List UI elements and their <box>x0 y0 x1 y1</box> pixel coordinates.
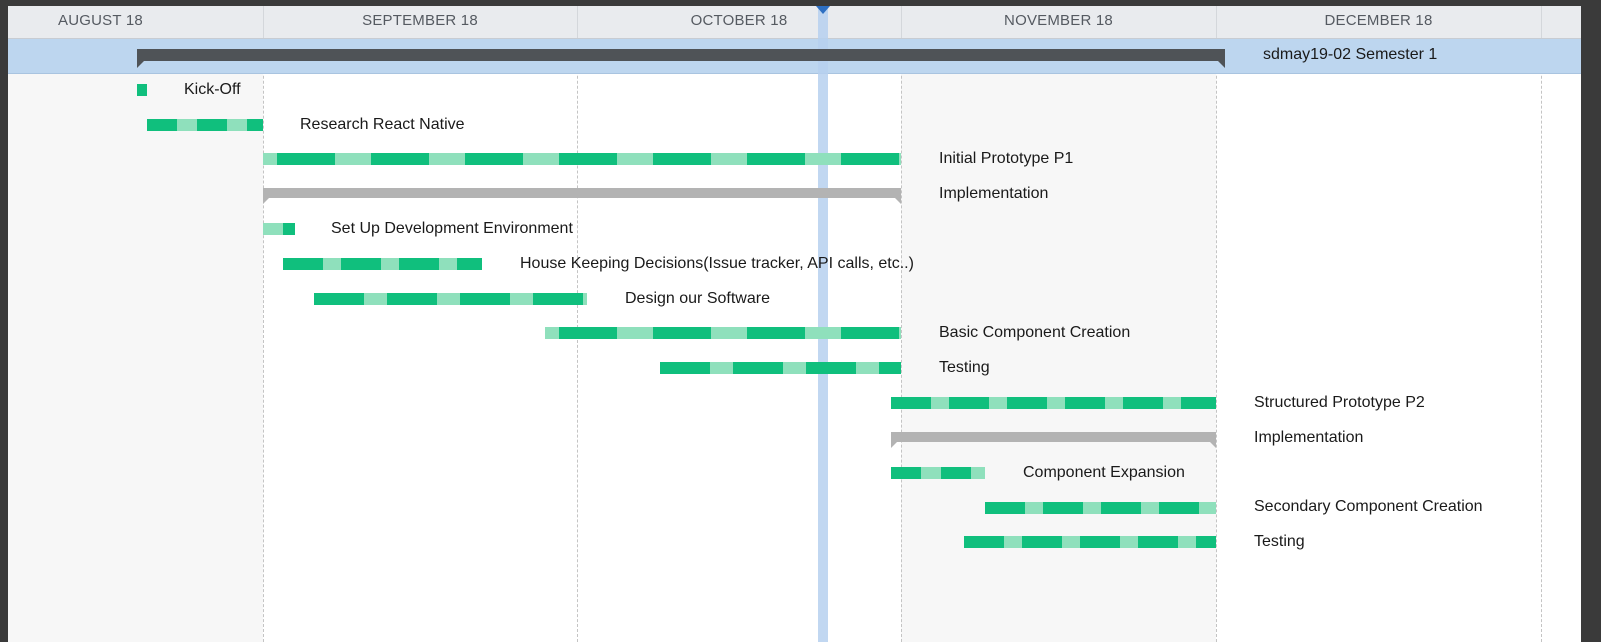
header-divider <box>1541 6 1542 38</box>
group-label[interactable]: Implementation <box>1254 428 1363 448</box>
task-bar-secondary-component-creation[interactable] <box>985 502 1216 514</box>
gridline-november <box>901 6 902 642</box>
summary-label[interactable]: sdmay19-02 Semester 1 <box>1263 45 1437 65</box>
gridline-october <box>577 6 578 642</box>
task-label[interactable]: Design our Software <box>625 289 770 309</box>
task-bar-component-expansion[interactable] <box>891 467 985 479</box>
month-september[interactable]: SEPTEMBER 18 <box>263 6 577 38</box>
group-bar-implementation-p1[interactable] <box>263 188 901 204</box>
today-line <box>818 6 828 642</box>
gridline-september <box>263 6 264 642</box>
task-bar-testing-p1[interactable] <box>660 362 901 374</box>
task-label[interactable]: House Keeping Decisions(Issue tracker, A… <box>520 254 914 274</box>
task-bar-structured-prototype-p2[interactable] <box>891 397 1216 409</box>
task-label[interactable]: Initial Prototype P1 <box>939 149 1073 169</box>
task-label[interactable]: Component Expansion <box>1023 463 1185 483</box>
month-august[interactable]: AUGUST 18 <box>8 6 193 38</box>
task-label[interactable]: Set Up Development Environment <box>331 219 573 239</box>
task-bar-design-our-software[interactable] <box>314 293 587 305</box>
task-label[interactable]: Basic Component Creation <box>939 323 1130 343</box>
milestone-kick-off[interactable] <box>137 84 147 96</box>
task-label[interactable]: Secondary Component Creation <box>1254 497 1483 517</box>
today-marker-icon[interactable] <box>816 6 830 14</box>
month-october[interactable]: OCTOBER 18 <box>577 6 901 38</box>
month-december[interactable]: DECEMBER 18 <box>1216 6 1541 38</box>
gridline-december <box>1216 6 1217 642</box>
month-november[interactable]: NOVEMBER 18 <box>901 6 1216 38</box>
task-bar-house-keeping[interactable] <box>283 258 482 270</box>
task-bar-set-up-dev-env[interactable] <box>263 223 295 235</box>
summary-bar[interactable] <box>137 49 1225 68</box>
task-label[interactable]: Testing <box>939 358 990 378</box>
task-label[interactable]: Kick-Off <box>184 80 241 100</box>
gantt-chart: AUGUST 18 SEPTEMBER 18 OCTOBER 18 NOVEMB… <box>8 6 1581 642</box>
group-label[interactable]: Implementation <box>939 184 1048 204</box>
task-label[interactable]: Structured Prototype P2 <box>1254 393 1425 413</box>
task-label[interactable]: Research React Native <box>300 115 465 135</box>
group-bar-implementation-p2[interactable] <box>891 432 1216 448</box>
task-bar-research-react-native[interactable] <box>147 119 263 131</box>
gridline-january <box>1541 6 1542 642</box>
timeline-header: AUGUST 18 SEPTEMBER 18 OCTOBER 18 NOVEMB… <box>8 6 1581 39</box>
task-label[interactable]: Testing <box>1254 532 1305 552</box>
task-bar-initial-prototype-p1[interactable] <box>263 153 901 165</box>
task-bar-basic-component-creation[interactable] <box>545 327 901 339</box>
task-bar-testing-p2[interactable] <box>964 536 1216 548</box>
